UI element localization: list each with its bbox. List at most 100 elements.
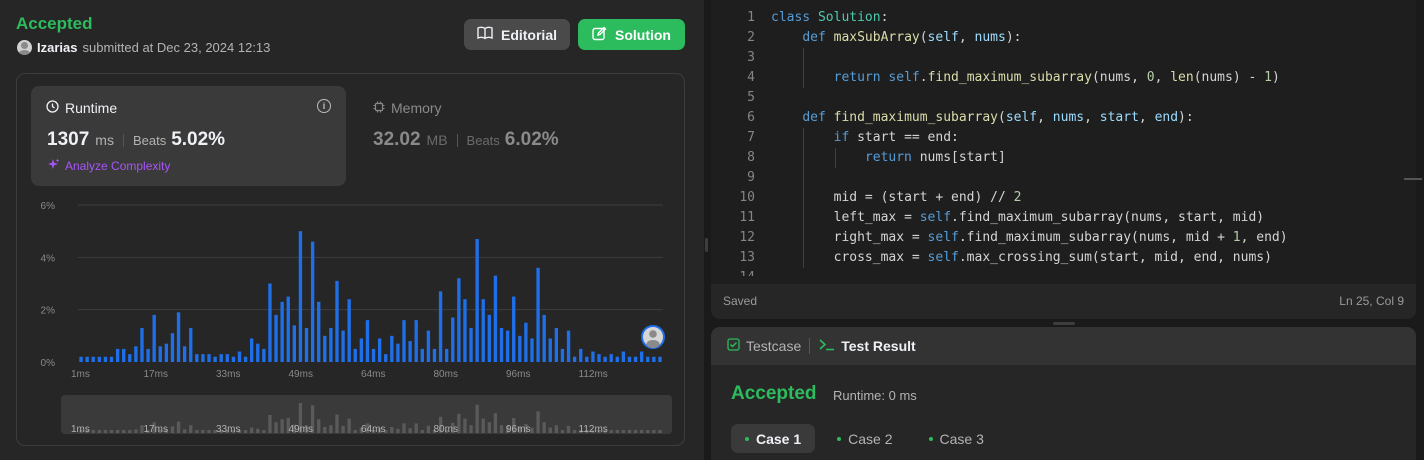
chart-bar [512,296,516,362]
navigator-bar [170,426,175,433]
chart-bar [353,348,357,362]
chart-bar [420,348,424,362]
saved-status: Saved [723,294,758,308]
navigator-bar [408,428,412,433]
navigator-bar [341,425,345,433]
line-number: 3 [747,50,755,65]
navigator-bar [97,430,102,433]
navigator-bar [262,430,266,433]
chart-bar [365,320,370,362]
chart-bar [505,330,510,362]
line-number: 2 [747,30,755,45]
x-tick-label: 96ms [506,369,530,380]
chart-bar [408,341,412,362]
chart-bar [475,239,479,362]
navigator-bar [530,427,534,433]
chart-bar [414,320,418,362]
result-tabs: Testcase Test Result [711,327,1416,365]
scrollbar-marker[interactable] [1404,178,1422,180]
chart-bar [347,299,351,362]
pass-dot-icon [928,436,933,441]
chart-bar [207,354,211,362]
navigator-bar [481,418,485,433]
solution-button[interactable]: Solution [578,19,685,50]
chart-bar [304,327,309,362]
panel-resize-handle-horizontal[interactable] [1053,322,1075,325]
panel-resize-handle-vertical[interactable] [705,238,708,252]
navigator-bar [627,430,632,433]
line-number: 12 [739,230,755,245]
code-token: len [1170,70,1194,85]
test-result-panel: Testcase Test Result Accepted Runtime: 0… [711,327,1416,460]
username-link[interactable]: Izarias [37,40,77,55]
code-token: return [833,70,881,85]
editorial-button[interactable]: Editorial [464,19,570,50]
chart-bar [128,354,132,362]
code-token: 0 [1146,70,1155,85]
chart-bar [213,356,217,362]
tab-test-result[interactable]: Test Result [819,338,916,354]
navigator-bar [195,430,199,433]
navigator-bar [542,422,546,433]
code-token: mid = (start + end) // [833,190,1014,205]
case-3-tab[interactable]: Case 3 [915,424,998,453]
code-line: 7 if start == end: [711,128,1416,148]
indent-guide [803,48,804,68]
chart-bar [658,356,662,362]
chart-bar [164,343,169,362]
chart-bar [585,356,589,362]
code-area[interactable]: 1 class Solution: 2 def maxSubArray(self,… [711,8,1416,276]
chart-bar [426,330,431,362]
code-line: 12 right_max = self.find_maximum_subarra… [711,228,1416,248]
case-1-tab[interactable]: Case 1 [731,424,816,453]
case-tabs: Case 1 Case 2 Case 3 [731,424,998,453]
chart-bar [371,348,376,362]
runtime-distribution-chart[interactable]: 0% 2% 4% 6% 1ms 17ms 33ms 49ms 64ms 80ms 96ms 112ms… [17,74,684,445]
cursor-position[interactable]: Ln 25, Col 9 [1339,294,1404,308]
user-avatar[interactable] [17,40,32,55]
chart-bar [615,356,619,362]
submission-status: Accepted [16,14,93,33]
navigator-bar [396,428,400,433]
chart-bar [524,322,528,362]
case-label: Case 2 [848,430,893,447]
code-line: 13 cross_max = self.max_crossing_sum(sta… [711,248,1416,268]
x-tick-label: 80ms [434,369,458,380]
chart-bar [652,356,656,362]
navigator-bar [176,421,181,433]
chart-bar [536,267,540,362]
code-token: right_max = [833,230,928,245]
code-line: 14 [711,268,1416,276]
editor-status-bar: Saved Ln 25, Col 9 [711,284,1416,319]
code-token: def [802,30,826,45]
chart-bar [548,338,552,362]
chart-bar [481,299,485,362]
code-token: cross_max = [833,250,928,265]
editorial-label: Editorial [500,26,557,43]
navigator-bar [280,419,284,433]
code-editor[interactable]: 1 class Solution: 2 def maxSubArray(self,… [711,0,1416,319]
code-line: 3 [711,48,1416,68]
chart-bar [627,356,632,362]
case-2-tab[interactable]: Case 2 [823,424,906,453]
chart-bar [195,354,199,362]
code-token: self [919,210,952,225]
chart-bar [249,338,254,362]
chart-bar [566,330,571,362]
chart-bar [140,327,144,362]
chart-bar [79,356,83,362]
chart-bar [359,338,364,362]
navigator-bar [536,411,540,433]
navigator-bar [256,428,260,433]
chart-bar [329,327,333,362]
chart-bar [402,320,406,362]
navigator-bar [317,419,321,433]
navigator-bar [128,430,132,433]
chart-bar [103,356,108,362]
navigator-bar [566,425,571,433]
code-token: nums[start] [919,150,1006,165]
chart-bar [286,296,290,362]
line-number: 1 [747,10,755,25]
tab-testcase[interactable]: Testcase [727,338,801,354]
code-token: Solution [817,10,881,25]
